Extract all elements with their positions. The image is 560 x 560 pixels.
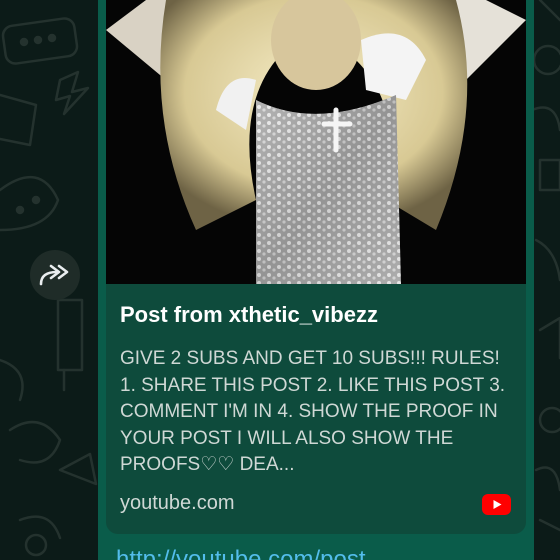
preview-domain: youtube.com <box>120 492 235 514</box>
link-preview-card[interactable]: Post from xthetic_vibezz GIVE 2 SUBS AND… <box>106 284 526 534</box>
message-bubble[interactable]: Post from xthetic_vibezz GIVE 2 SUBS AND… <box>98 0 534 560</box>
forward-button[interactable] <box>30 250 80 300</box>
chat-background: Post from xthetic_vibezz GIVE 2 SUBS AND… <box>0 0 560 560</box>
preview-title: Post from xthetic_vibezz <box>120 302 378 327</box>
forward-icon <box>39 264 69 286</box>
youtube-icon <box>482 494 511 515</box>
message-link[interactable]: http://youtube.com/post <box>116 546 365 560</box>
preview-description: GIVE 2 SUBS AND GET 10 SUBS!!! RULES! 1.… <box>120 348 506 475</box>
preview-photo <box>106 0 526 284</box>
link-preview-image[interactable] <box>106 0 526 284</box>
